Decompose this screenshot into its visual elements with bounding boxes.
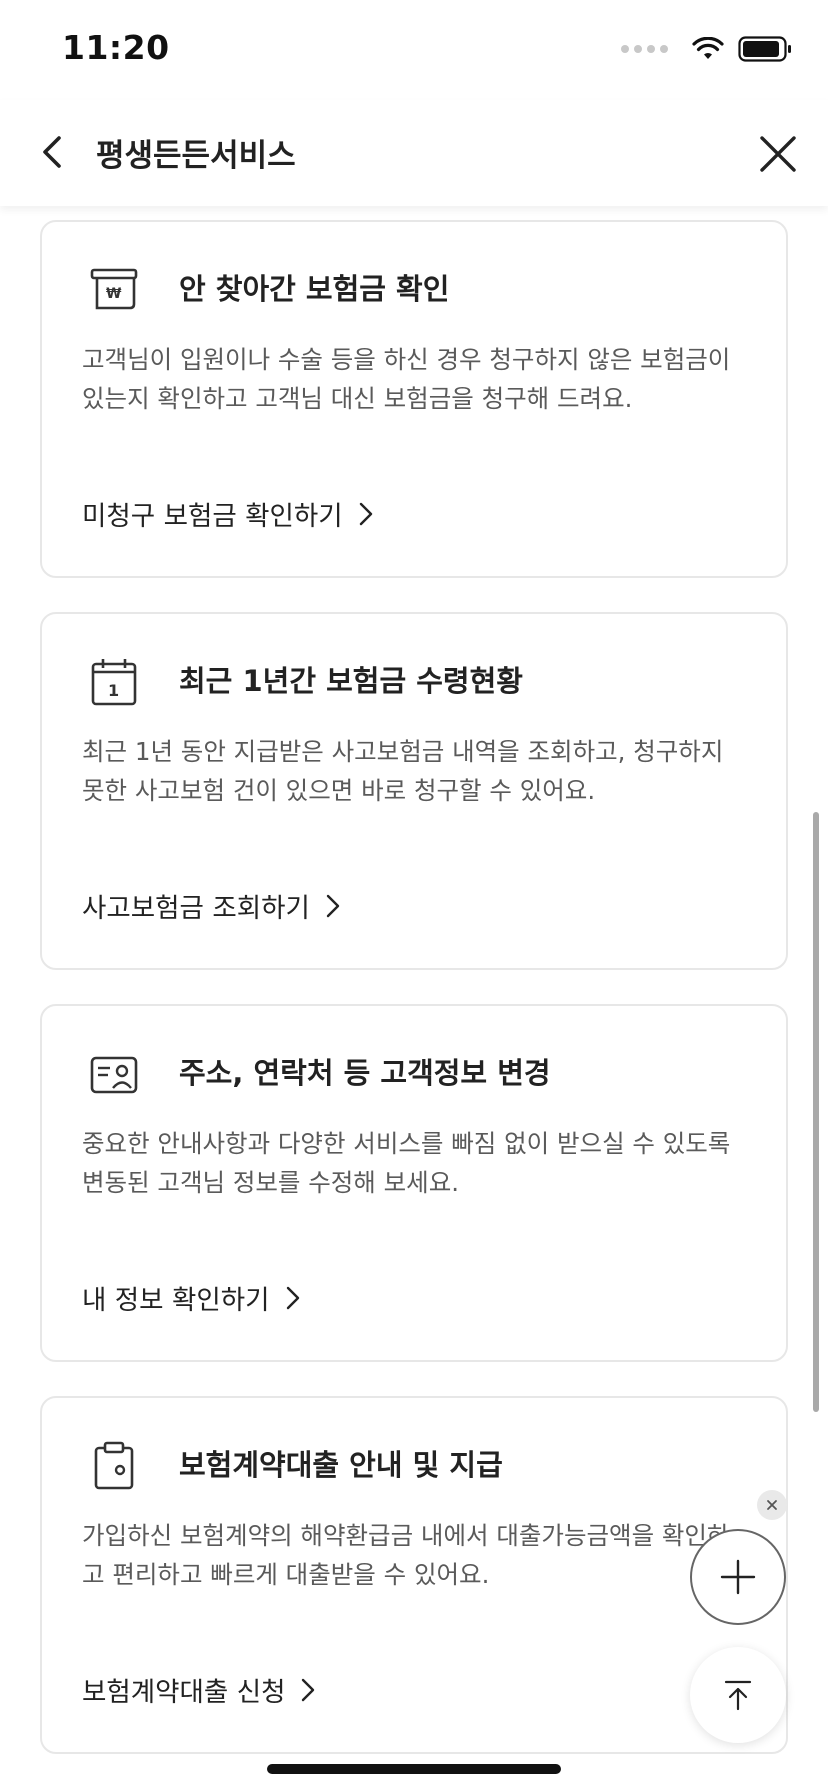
service-card-policy-loan: 보험계약대출 안내 및 지급 가입하신 보험계약의 해약환급금 내에서 대출가능… (40, 1396, 788, 1754)
card-title: 보험계약대출 안내 및 지급 (179, 1448, 503, 1482)
home-indicator (267, 1764, 561, 1774)
service-card-customer-info: 주소, 연락처 등 고객정보 변경 중요한 안내사항과 다양한 서비스를 빠짐 … (40, 1004, 788, 1362)
back-button[interactable] (26, 124, 82, 180)
chevron-right-icon (326, 894, 340, 917)
card-description: 고객님이 입원이나 수술 등을 하신 경우 청구하지 않은 보험금이 있는지 확… (82, 345, 731, 413)
card-link-label: 사고보험금 조회하기 (82, 893, 310, 924)
cellular-signal-icon (621, 45, 668, 53)
clipboard-icon (88, 1440, 140, 1492)
svg-text:₩: ₩ (106, 286, 122, 302)
status-time: 11:20 (62, 28, 170, 67)
vertical-scrollbar[interactable] (813, 812, 819, 1412)
close-icon (767, 1500, 777, 1510)
plus-icon (720, 1559, 756, 1595)
receipt-won-icon: ₩ (88, 264, 140, 316)
card-link-label: 내 정보 확인하기 (82, 1285, 270, 1316)
card-title: 주소, 연락처 등 고객정보 변경 (179, 1056, 551, 1090)
close-button[interactable] (750, 126, 806, 182)
my-info-link[interactable]: 내 정보 확인하기 (82, 1278, 302, 1317)
battery-icon (738, 36, 791, 62)
service-card-unclaimed-insurance: ₩ 안 찾아간 보험금 확인 고객님이 입원이나 수술 등을 하신 경우 청구하… (40, 220, 788, 578)
wifi-icon (692, 37, 724, 59)
arrow-up-to-top-icon (724, 1680, 752, 1711)
policy-loan-link[interactable]: 보험계약대출 신청 (82, 1670, 317, 1709)
id-card-icon (88, 1048, 140, 1100)
calendar-icon: 1 (88, 656, 140, 708)
card-description: 최근 1년 동안 지급받은 사고보험금 내역을 조회하고, 청구하지 못한 사고… (82, 737, 724, 805)
claims-history-link[interactable]: 사고보험금 조회하기 (82, 886, 342, 925)
card-link-label: 미청구 보험금 확인하기 (82, 501, 343, 532)
card-description: 중요한 안내사항과 다양한 서비스를 빠짐 없이 받으실 수 있도록 변동된 고… (82, 1129, 731, 1197)
card-title: 안 찾아간 보험금 확인 (179, 272, 450, 306)
chevron-right-icon (286, 1286, 299, 1309)
dismiss-fab-button[interactable] (757, 1490, 787, 1520)
status-icons (621, 36, 792, 62)
scroll-to-top-button[interactable] (690, 1647, 786, 1743)
card-link-label: 보험계약대출 신청 (82, 1677, 286, 1708)
status-bar: 11:20 (0, 0, 828, 100)
chevron-right-icon (359, 502, 372, 525)
svg-text:1: 1 (108, 681, 119, 700)
card-description: 가입하신 보험계약의 해약환급금 내에서 대출가능금액을 확인하고 편리하고 빠… (82, 1521, 730, 1589)
add-fab-button[interactable] (690, 1529, 786, 1625)
card-title: 최근 1년간 보험금 수령현황 (179, 664, 523, 698)
unclaimed-insurance-link[interactable]: 미청구 보험금 확인하기 (82, 494, 375, 533)
navigation-bar: 평생든든서비스 (0, 100, 828, 206)
chevron-left-icon (43, 136, 61, 168)
service-card-claims-history: 1 최근 1년간 보험금 수령현황 최근 1년 동안 지급받은 사고보험금 내역… (40, 612, 788, 970)
page-title: 평생든든서비스 (96, 138, 296, 174)
close-icon (760, 136, 796, 172)
chevron-right-icon (302, 1678, 315, 1701)
